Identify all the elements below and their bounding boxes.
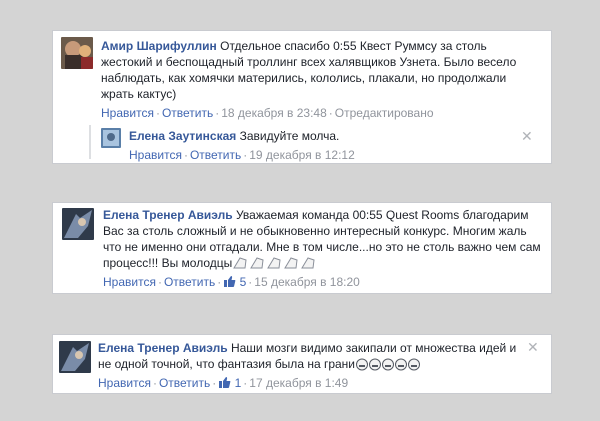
reply-link[interactable]: Ответить [190, 148, 241, 162]
like-link[interactable]: Нравится [103, 275, 156, 289]
reply-link[interactable]: Ответить [164, 275, 215, 289]
comment-text: Завидуйте молча. [239, 129, 340, 143]
comment-author[interactable]: Амир Шарифуллин [101, 39, 217, 53]
grimacing-emoji [356, 358, 421, 375]
close-icon[interactable]: ✕ [527, 340, 539, 354]
comment-author[interactable]: Елена Заутинская [129, 129, 236, 143]
comment-body: Елена Заутинская Завидуйте молча. [129, 128, 509, 144]
comment-actions: Нравится · Ответить · 18 декабря в 23:48 · Отр… [101, 106, 434, 120]
comment-timestamp[interactable]: 15 декабря в 18:20 [254, 275, 360, 289]
comment-author[interactable]: Елена Тренер Авиэль [98, 341, 228, 355]
comment-body: Елена Тренер Авиэль Наши мозги видимо за… [98, 340, 524, 375]
avatar[interactable] [62, 208, 94, 240]
avatar[interactable] [101, 128, 121, 148]
comment-body: Амир Шарифуллин Отдельное спасибо 0:55 К… [101, 38, 541, 102]
comment-actions: Нравится · Ответить · 1 · 17 декабря в 1:49 [98, 375, 348, 393]
thumbs-up-icon[interactable] [223, 275, 236, 292]
comment-actions: Нравится · Ответить · 5 · 15 декабря в 18:20 [103, 274, 360, 292]
like-link[interactable]: Нравится [101, 106, 154, 120]
like-link[interactable]: Нравится [98, 376, 151, 390]
reply-thread-line [89, 125, 91, 159]
comment-card: Елена Тренер Авиэль Наши мозги видимо за… [52, 334, 552, 394]
comment-timestamp[interactable]: 19 декабря в 12:12 [249, 148, 355, 162]
reply-link[interactable]: Ответить [162, 106, 213, 120]
comment-timestamp[interactable]: 17 декабря в 1:49 [249, 376, 348, 390]
clapping-emoji [233, 256, 319, 274]
comment-card: Амир Шарифуллин Отдельное спасибо 0:55 К… [52, 30, 552, 164]
avatar[interactable] [59, 341, 91, 373]
close-icon[interactable]: ✕ [521, 129, 533, 143]
like-link[interactable]: Нравится [129, 148, 182, 162]
comment-timestamp[interactable]: 18 декабря в 23:48 [221, 106, 327, 120]
avatar[interactable] [61, 37, 93, 69]
comment-actions: Нравится · Ответить · 19 декабря в 12:12 [129, 148, 355, 162]
edited-label[interactable]: Отредактировано [335, 106, 434, 120]
reply-link[interactable]: Ответить [159, 376, 210, 390]
comment-card: Елена Тренер Авиэль Уважаемая команда 00… [52, 202, 552, 294]
comment-author[interactable]: Елена Тренер Авиэль [103, 208, 233, 222]
thumbs-up-icon[interactable] [218, 376, 231, 393]
comment-body: Елена Тренер Авиэль Уважаемая команда 00… [103, 207, 543, 274]
